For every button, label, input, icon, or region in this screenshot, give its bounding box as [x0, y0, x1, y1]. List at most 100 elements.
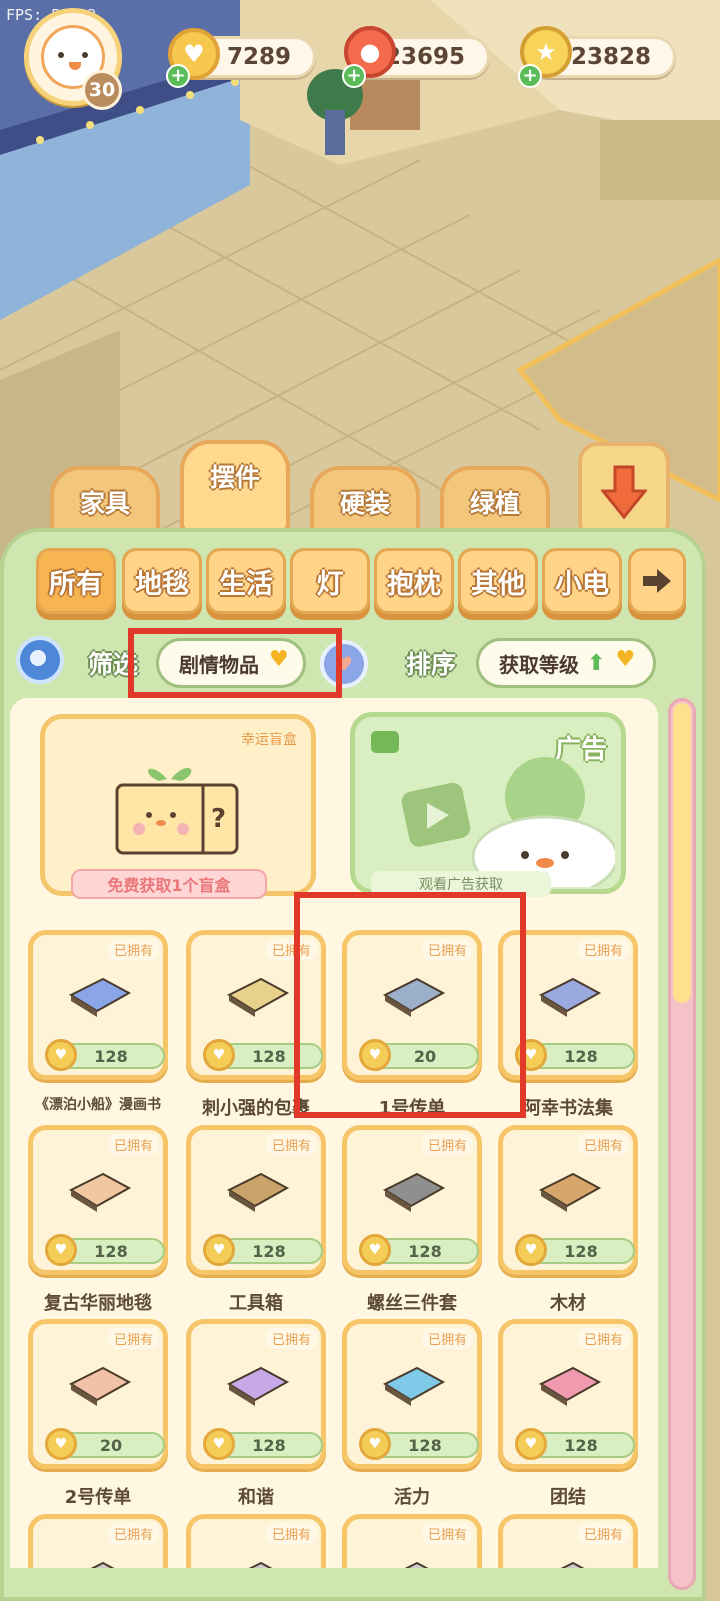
subtab-cushion[interactable]: 抱枕	[374, 548, 454, 614]
lucky-blind-box-card[interactable]: 幸运盲盒 ? 免费获取1个盲盒	[40, 714, 316, 899]
word-sign-icon	[533, 1354, 605, 1412]
item-price: 128	[408, 1435, 442, 1455]
subtab-label: 地毯	[135, 568, 189, 600]
currency-value: 7289	[226, 44, 291, 70]
heart-coin-icon: ♥	[45, 1039, 77, 1071]
item-grid: 幸运盲盒 ? 免费获取1个盲盒 广告 观看广告获取 已拥有 ♥ 128 《漂泊小船》漫…	[10, 698, 658, 1568]
svg-text:?: ?	[211, 804, 226, 834]
item-name: 《漂泊小船》漫画书	[35, 1097, 161, 1113]
heart-icon	[269, 647, 291, 673]
free-blind-box-button[interactable]: 免费获取1个盲盒	[71, 869, 267, 899]
heart-coin-icon: ♥	[45, 1234, 77, 1266]
watch-ad-card[interactable]: 广告 观看广告获取	[350, 712, 626, 897]
tab-label: 硬装	[339, 489, 390, 518]
price-bar: ♥ 128	[515, 1428, 635, 1460]
subtab-label: 其他	[471, 568, 525, 600]
toolbox-icon	[221, 1160, 293, 1218]
owned-badge: 已拥有	[107, 1328, 159, 1349]
flyer-icon	[377, 965, 449, 1023]
owned-badge: 已拥有	[421, 1328, 473, 1349]
mascot-icon	[401, 757, 615, 887]
item-card[interactable]: 已拥有 ♥ 128	[28, 930, 168, 1080]
item-price: 128	[408, 1241, 442, 1261]
add-tickets-button[interactable]: +	[518, 64, 542, 88]
comic-book-icon	[63, 965, 135, 1023]
sort-label: 排序	[406, 650, 457, 679]
parcel-icon	[221, 965, 293, 1023]
price-bar: ♥ 128	[359, 1234, 479, 1266]
owned-badge: 已拥有	[421, 1134, 473, 1155]
item-card[interactable]: 已拥有 ♥ 128	[498, 930, 638, 1080]
item-card[interactable]: 已拥有 ♥ 128	[186, 1125, 326, 1275]
item-card[interactable]: 已拥有 ♥ 128	[28, 1125, 168, 1275]
item-card[interactable]: 已拥有 ♥ 128	[186, 1319, 326, 1469]
item-card[interactable]: 已拥有 ♥ 20	[342, 930, 482, 1080]
owned-badge: 已拥有	[107, 1134, 159, 1155]
price-bar: ♥ 20	[45, 1428, 165, 1460]
subtab-label: 小电	[555, 568, 609, 600]
add-coins-button[interactable]: +	[166, 64, 190, 88]
scrollbar-thumb[interactable]	[673, 703, 691, 1003]
item-card[interactable]: 已拥有	[342, 1514, 482, 1568]
sort-dropdown[interactable]: 获取等级 ⬆	[476, 638, 656, 688]
item-name: 工具箱	[229, 1293, 283, 1314]
owned-badge: 已拥有	[577, 939, 629, 960]
item-icon	[221, 1549, 293, 1568]
subtab-lamp[interactable]: 灯	[290, 548, 370, 614]
owned-badge: 已拥有	[265, 939, 317, 960]
item-price: 128	[252, 1435, 286, 1455]
item-card[interactable]: 已拥有 ♥ 128	[342, 1125, 482, 1275]
filter-label: 筛选	[88, 650, 139, 679]
collapse-panel-button[interactable]	[578, 442, 670, 542]
heart-coin-icon: ♥	[515, 1039, 547, 1071]
subtab-next-button[interactable]	[628, 548, 686, 614]
subtab-appliances[interactable]: 小电	[542, 548, 622, 614]
subtab-life[interactable]: 生活	[206, 548, 286, 614]
item-card[interactable]: 已拥有 ♥ 128	[498, 1125, 638, 1275]
search-icon[interactable]	[16, 636, 64, 684]
item-card[interactable]: 已拥有 ♥ 128	[342, 1319, 482, 1469]
filter-dropdown[interactable]: 剧情物品	[156, 638, 306, 688]
owned-badge: 已拥有	[107, 1523, 159, 1544]
item-price: 128	[94, 1046, 128, 1066]
subtab-carpet[interactable]: 地毯	[122, 548, 202, 614]
price-bar: ♥ 128	[203, 1234, 323, 1266]
item-card[interactable]: 已拥有	[186, 1514, 326, 1568]
price-bar: ♥ 128	[515, 1039, 635, 1071]
currency-value: 23828	[570, 44, 651, 70]
flyer-icon	[63, 1354, 135, 1412]
item-price: 20	[413, 1046, 437, 1066]
item-grid-scrollbar[interactable]	[668, 698, 696, 1590]
heart-coin-icon: ♥	[45, 1428, 77, 1460]
item-price: 128	[252, 1046, 286, 1066]
heart-coin-icon: ♥	[203, 1039, 235, 1071]
subtab-label: 生活	[219, 568, 273, 600]
arrow-right-icon	[643, 569, 671, 593]
subtab-label: 灯	[316, 568, 344, 600]
favorite-filter-button[interactable]: ♥	[320, 640, 368, 688]
subtab-other[interactable]: 其他	[458, 548, 538, 614]
tab-ornaments[interactable]: 摆件	[180, 440, 290, 540]
item-card[interactable]: 已拥有 ♥ 20	[28, 1319, 168, 1469]
owned-badge: 已拥有	[421, 939, 473, 960]
price-bar: ♥ 20	[359, 1039, 479, 1071]
item-card[interactable]: 已拥有 ♥ 128	[186, 930, 326, 1080]
currency-value: 23695	[384, 44, 465, 70]
item-card[interactable]: 已拥有	[28, 1514, 168, 1568]
item-card[interactable]: 已拥有	[498, 1514, 638, 1568]
rug-icon	[63, 1160, 135, 1218]
price-bar: ♥ 128	[515, 1234, 635, 1266]
add-meat-button[interactable]: +	[342, 64, 366, 88]
item-price: 128	[564, 1435, 598, 1455]
calligraphy-book-icon	[533, 965, 605, 1023]
item-price: 128	[94, 1241, 128, 1261]
word-sign-icon	[221, 1354, 293, 1412]
heart-coin-icon: ♥	[359, 1234, 391, 1266]
item-card[interactable]: 已拥有 ♥ 128	[498, 1319, 638, 1469]
item-icon	[63, 1549, 135, 1568]
subtab-all[interactable]: 所有	[36, 548, 116, 614]
owned-badge: 已拥有	[107, 939, 159, 960]
tab-label: 摆件	[209, 463, 260, 492]
item-price: 128	[564, 1046, 598, 1066]
lucky-tag: 幸运盲盒	[241, 732, 297, 748]
